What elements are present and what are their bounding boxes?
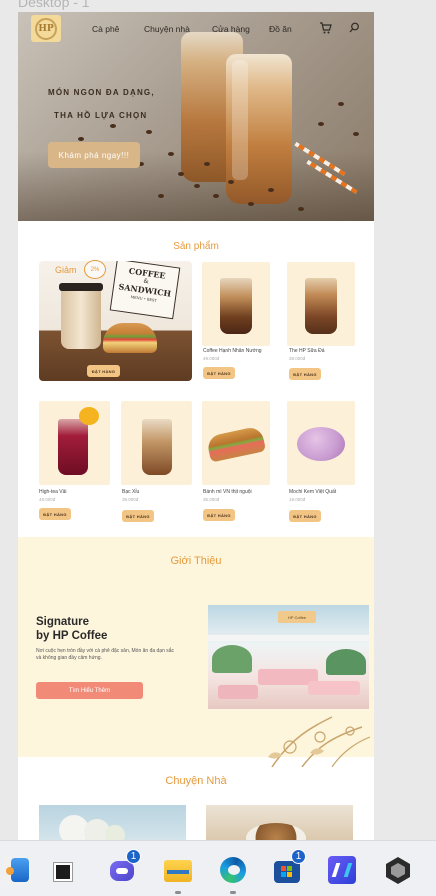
- sandwich: [103, 323, 157, 353]
- order-button[interactable]: ĐẶT HÀNG: [39, 508, 71, 520]
- product-name: High-tea Vải: [39, 489, 67, 495]
- files-app-icon[interactable]: [3, 855, 33, 885]
- hero-banner: HP Cà phê Chuyện nhà Cửa hàng Đồ ăn MÓN …: [18, 12, 374, 221]
- menu-sign: COFFEE & SANDWICH MENU • BEST: [109, 261, 181, 320]
- order-button-featured[interactable]: ĐẶT HÀNG: [87, 365, 120, 377]
- unity-app-icon[interactable]: [383, 855, 413, 885]
- discount-label: Giảm: [55, 265, 77, 275]
- product-image-bac-xiu[interactable]: [121, 401, 192, 485]
- os-taskbar: 1 1: [0, 840, 436, 896]
- order-button[interactable]: ĐẶT HÀNG: [203, 509, 235, 521]
- nav-item-do-an[interactable]: Đồ ăn: [269, 24, 292, 34]
- edge-browser-icon[interactable]: [218, 855, 248, 885]
- order-button[interactable]: ĐẶT HÀNG: [122, 510, 154, 522]
- learn-more-button[interactable]: Tìm Hiểu Thêm: [36, 682, 143, 699]
- hero-headline-line2: THA HỒ LỰA CHỌN: [54, 111, 148, 120]
- nav-item-cua-hang[interactable]: Cửa hàng: [212, 24, 250, 34]
- discount-badge: 2%: [84, 260, 106, 279]
- product-image-mochi[interactable]: [287, 401, 355, 485]
- story-image-coffee-book[interactable]: [206, 805, 353, 840]
- nav-item-ca-phe[interactable]: Cà phê: [92, 24, 119, 34]
- task-view-icon[interactable]: [52, 855, 82, 885]
- product-image-the-hp-sua-da[interactable]: [287, 262, 355, 346]
- coffee-cup: [61, 285, 101, 349]
- product-name: Mochi Kem Việt Quất: [289, 489, 337, 495]
- product-name: Bạc Xỉu: [122, 489, 140, 495]
- floral-decoration: [268, 716, 371, 767]
- product-image-banh-mi[interactable]: [202, 401, 270, 485]
- featured-combo-card[interactable]: COFFEE & SANDWICH MENU • BEST ĐẶT HÀNG: [39, 261, 192, 381]
- product-price: 39.000đ: [289, 356, 306, 361]
- editor-app-icon[interactable]: [327, 855, 357, 885]
- file-explorer-icon[interactable]: [163, 855, 193, 885]
- product-image-coffee-hanh-nhan[interactable]: [202, 262, 270, 346]
- order-button[interactable]: ĐẶT HÀNG: [289, 510, 321, 522]
- product-name: Bánh mì VN thịt nguội: [203, 489, 252, 495]
- product-price: 49.000đ: [39, 497, 56, 502]
- about-title: Giới Thiệu: [170, 555, 222, 567]
- explore-button[interactable]: Khám phá ngay!!!: [48, 142, 140, 168]
- product-price: 19.000đ: [289, 497, 306, 502]
- top-nav: HP Cà phê Chuyện nhà Cửa hàng Đồ ăn: [18, 12, 374, 44]
- nav-item-chuyen-nha[interactable]: Chuyện nhà: [144, 24, 190, 34]
- product-price: 39.000đ: [122, 497, 139, 502]
- cafe-sign: HP Coffee: [278, 611, 316, 623]
- product-price: 49.000đ: [203, 356, 220, 361]
- product-name: Coffee Hạnh Nhân Nướng: [203, 348, 262, 354]
- product-image-high-tea-vai[interactable]: [39, 401, 110, 485]
- active-indicator: [230, 891, 236, 894]
- order-button[interactable]: ĐẶT HÀNG: [289, 368, 321, 380]
- chat-badge: 1: [126, 849, 141, 864]
- frame-label: Desktop - 1: [18, 0, 90, 10]
- active-indicator: [175, 891, 181, 894]
- about-description: Nơi cuộc hẹn tròn đầy với cà phê đặc sản…: [36, 648, 175, 661]
- about-section: Giới Thiệu Signature by HP Coffee Nơi cu…: [18, 537, 374, 767]
- product-name: The HP Sữa Đá: [289, 348, 325, 354]
- cart-icon[interactable]: [319, 22, 332, 37]
- logo-mark: HP: [35, 17, 57, 40]
- hero-headline-line1: MÓN NGON ĐA DẠNG,: [48, 88, 155, 97]
- story-image-flowers[interactable]: [39, 805, 186, 840]
- store-badge: 1: [291, 849, 306, 864]
- order-button[interactable]: ĐẶT HÀNG: [203, 367, 235, 379]
- cafe-photo: HP Coffee: [208, 605, 369, 709]
- website-frame: HP Cà phê Chuyện nhà Cửa hàng Đồ ăn MÓN …: [18, 12, 374, 840]
- product-price: 35.000đ: [203, 497, 220, 502]
- story-title: Chuyện Nhà: [165, 775, 227, 787]
- search-icon[interactable]: [349, 22, 360, 36]
- products-title: Sản phẩm: [173, 241, 219, 252]
- brand-logo[interactable]: HP: [31, 15, 61, 42]
- about-heading: Signature by HP Coffee: [36, 616, 108, 642]
